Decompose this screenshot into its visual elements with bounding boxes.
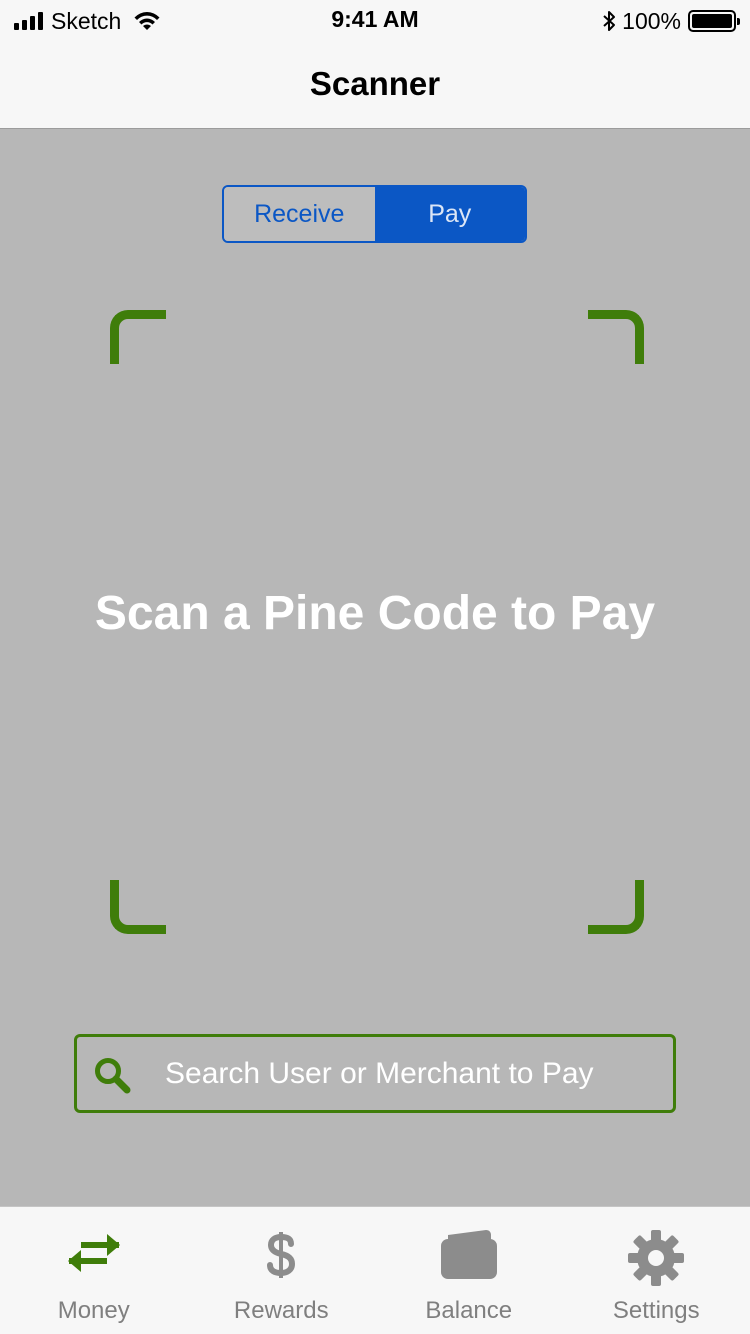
segment-pay[interactable]: Pay xyxy=(374,187,525,241)
page-title: Scanner xyxy=(309,65,441,102)
bluetooth-icon xyxy=(603,11,616,31)
tab-money[interactable]: Money xyxy=(0,1207,188,1334)
status-bar: Sketch 9:41 AM 100% xyxy=(0,0,750,40)
scan-frame-corner-top-left xyxy=(110,310,166,364)
tab-settings[interactable]: Settings xyxy=(563,1207,750,1334)
receive-pay-segmented-control: Receive Pay xyxy=(222,185,527,243)
search-field[interactable] xyxy=(74,1034,676,1113)
segment-receive[interactable]: Receive xyxy=(224,187,375,241)
tab-balance[interactable]: Balance xyxy=(375,1207,563,1334)
scan-frame-corner-bottom-left xyxy=(110,880,166,934)
tab-money-label: Money xyxy=(57,1297,130,1324)
status-right: 100% xyxy=(602,7,740,34)
tab-bar: Money Rewards Balance Settings xyxy=(0,1206,750,1334)
scan-frame-corner-top-right xyxy=(588,310,644,364)
transfer-arrows-icon xyxy=(67,1234,120,1272)
tab-settings-label: Settings xyxy=(612,1297,700,1324)
search-icon xyxy=(95,1058,131,1094)
search-input[interactable] xyxy=(165,1037,663,1110)
scan-frame-corner-bottom-right xyxy=(588,880,644,934)
tab-rewards[interactable]: Rewards xyxy=(188,1207,376,1334)
tab-rewards-label: Rewards xyxy=(233,1297,329,1324)
tab-balance-label: Balance xyxy=(425,1297,513,1324)
dollar-icon xyxy=(267,1232,296,1278)
navigation-bar: Scanner xyxy=(0,40,750,129)
battery-percent: 100% xyxy=(622,7,681,34)
scan-prompt: Scan a Pine Code to Pay xyxy=(94,587,656,640)
battery-icon xyxy=(688,10,740,32)
gear-icon xyxy=(628,1230,685,1286)
wallet-icon xyxy=(440,1230,497,1279)
